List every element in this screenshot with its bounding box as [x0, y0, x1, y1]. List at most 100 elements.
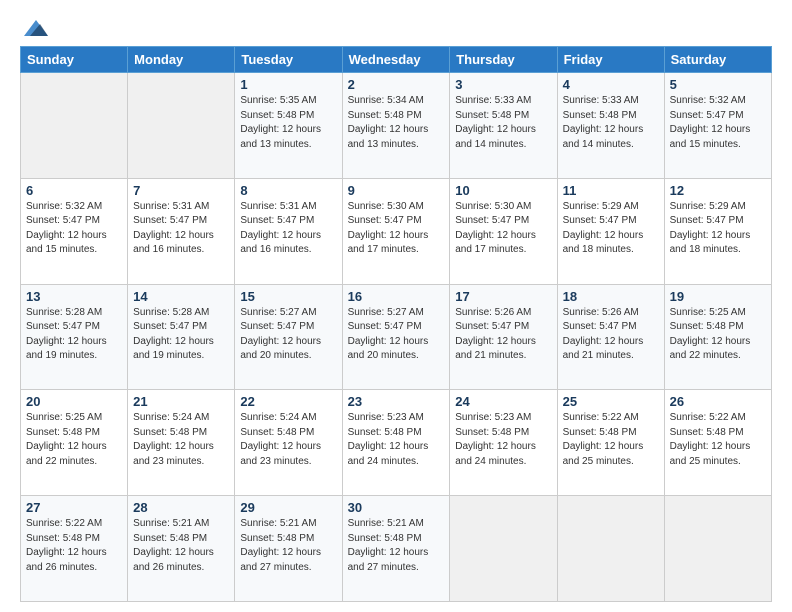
- day-number: 2: [348, 77, 445, 92]
- day-cell: 3 Sunrise: 5:33 AM Sunset: 5:48 PM Daylig…: [450, 73, 557, 179]
- day-cell: 28 Sunrise: 5:21 AM Sunset: 5:48 PM Dayli…: [128, 496, 235, 602]
- day-info: Sunrise: 5:29 AM Sunset: 5:47 PM Dayligh…: [670, 200, 766, 258]
- day-number: 18: [563, 289, 659, 304]
- day-cell: 29 Sunrise: 5:21 AM Sunset: 5:48 PM Dayli…: [235, 496, 342, 602]
- day-cell: 1 Sunrise: 5:35 AM Sunset: 5:48 PM Daylig…: [235, 73, 342, 179]
- day-number: 11: [563, 183, 659, 198]
- week-row-5: 27 Sunrise: 5:22 AM Sunset: 5:48 PM Dayli…: [21, 496, 772, 602]
- day-cell: [21, 73, 128, 179]
- day-cell: 18 Sunrise: 5:26 AM Sunset: 5:47 PM Dayli…: [557, 284, 664, 390]
- day-cell: 13Sunrise: 5:28 AM Sunset: 5:47 PM Dayli…: [21, 284, 128, 390]
- day-info: Sunrise: 5:23 AM Sunset: 5:48 PM Dayligh…: [455, 411, 551, 469]
- day-header-monday: Monday: [128, 47, 235, 73]
- day-cell: 9 Sunrise: 5:30 AM Sunset: 5:47 PM Daylig…: [342, 178, 450, 284]
- day-number: 21: [133, 394, 229, 409]
- day-cell: 16 Sunrise: 5:27 AM Sunset: 5:47 PM Dayli…: [342, 284, 450, 390]
- day-info: Sunrise: 5:29 AM Sunset: 5:47 PM Dayligh…: [563, 200, 659, 258]
- day-number: 26: [670, 394, 766, 409]
- day-info: Sunrise: 5:34 AM Sunset: 5:48 PM Dayligh…: [348, 94, 445, 152]
- day-info: Sunrise: 5:35 AM Sunset: 5:48 PM Dayligh…: [240, 94, 336, 152]
- day-cell: 4 Sunrise: 5:33 AM Sunset: 5:48 PM Daylig…: [557, 73, 664, 179]
- day-number: 17: [455, 289, 551, 304]
- day-info: Sunrise: 5:27 AM Sunset: 5:47 PM Dayligh…: [348, 306, 445, 364]
- day-number: 3: [455, 77, 551, 92]
- day-number: 14: [133, 289, 229, 304]
- day-header-saturday: Saturday: [664, 47, 771, 73]
- day-info: Sunrise: 5:22 AM Sunset: 5:48 PM Dayligh…: [670, 411, 766, 469]
- week-row-1: 1 Sunrise: 5:35 AM Sunset: 5:48 PM Daylig…: [21, 73, 772, 179]
- day-info: Sunrise: 5:24 AM Sunset: 5:48 PM Dayligh…: [133, 411, 229, 469]
- calendar: SundayMondayTuesdayWednesdayThursdayFrid…: [20, 46, 772, 602]
- day-info: Sunrise: 5:33 AM Sunset: 5:48 PM Dayligh…: [455, 94, 551, 152]
- day-cell: [128, 73, 235, 179]
- day-header-wednesday: Wednesday: [342, 47, 450, 73]
- day-info: Sunrise: 5:22 AM Sunset: 5:48 PM Dayligh…: [26, 517, 122, 575]
- day-info: Sunrise: 5:21 AM Sunset: 5:48 PM Dayligh…: [348, 517, 445, 575]
- day-cell: 19Sunrise: 5:25 AM Sunset: 5:48 PM Dayli…: [664, 284, 771, 390]
- day-number: 29: [240, 500, 336, 515]
- day-header-thursday: Thursday: [450, 47, 557, 73]
- day-info: Sunrise: 5:32 AM Sunset: 5:47 PM Dayligh…: [26, 200, 122, 258]
- day-info: Sunrise: 5:31 AM Sunset: 5:47 PM Dayligh…: [240, 200, 336, 258]
- day-cell: 6Sunrise: 5:32 AM Sunset: 5:47 PM Daylig…: [21, 178, 128, 284]
- day-info: Sunrise: 5:24 AM Sunset: 5:48 PM Dayligh…: [240, 411, 336, 469]
- day-info: Sunrise: 5:28 AM Sunset: 5:47 PM Dayligh…: [133, 306, 229, 364]
- day-number: 25: [563, 394, 659, 409]
- day-info: Sunrise: 5:21 AM Sunset: 5:48 PM Dayligh…: [133, 517, 229, 575]
- day-number: 27: [26, 500, 122, 515]
- day-cell: 30Sunrise: 5:21 AM Sunset: 5:48 PM Dayli…: [342, 496, 450, 602]
- day-cell: 11 Sunrise: 5:29 AM Sunset: 5:47 PM Dayli…: [557, 178, 664, 284]
- day-cell: 20 Sunrise: 5:25 AM Sunset: 5:48 PM Dayli…: [21, 390, 128, 496]
- day-cell: 5 Sunrise: 5:32 AM Sunset: 5:47 PM Daylig…: [664, 73, 771, 179]
- day-cell: 22 Sunrise: 5:24 AM Sunset: 5:48 PM Dayli…: [235, 390, 342, 496]
- day-cell: 25Sunrise: 5:22 AM Sunset: 5:48 PM Dayli…: [557, 390, 664, 496]
- day-cell: [664, 496, 771, 602]
- day-number: 4: [563, 77, 659, 92]
- logo-icon: [22, 18, 50, 40]
- day-cell: 2 Sunrise: 5:34 AM Sunset: 5:48 PM Daylig…: [342, 73, 450, 179]
- day-info: Sunrise: 5:26 AM Sunset: 5:47 PM Dayligh…: [563, 306, 659, 364]
- day-number: 13: [26, 289, 122, 304]
- day-cell: 10 Sunrise: 5:30 AM Sunset: 5:47 PM Dayli…: [450, 178, 557, 284]
- day-number: 24: [455, 394, 551, 409]
- day-cell: 21 Sunrise: 5:24 AM Sunset: 5:48 PM Dayli…: [128, 390, 235, 496]
- week-row-4: 20 Sunrise: 5:25 AM Sunset: 5:48 PM Dayli…: [21, 390, 772, 496]
- calendar-body: 1 Sunrise: 5:35 AM Sunset: 5:48 PM Daylig…: [21, 73, 772, 602]
- day-number: 23: [348, 394, 445, 409]
- logo: [20, 18, 50, 36]
- day-info: Sunrise: 5:27 AM Sunset: 5:47 PM Dayligh…: [240, 306, 336, 364]
- day-cell: 7Sunrise: 5:31 AM Sunset: 5:47 PM Daylig…: [128, 178, 235, 284]
- logo-text: [20, 18, 50, 40]
- day-cell: 26 Sunrise: 5:22 AM Sunset: 5:48 PM Dayli…: [664, 390, 771, 496]
- day-number: 7: [133, 183, 229, 198]
- day-info: Sunrise: 5:21 AM Sunset: 5:48 PM Dayligh…: [240, 517, 336, 575]
- day-number: 10: [455, 183, 551, 198]
- day-info: Sunrise: 5:30 AM Sunset: 5:47 PM Dayligh…: [455, 200, 551, 258]
- week-row-3: 13 Sunrise: 5:28 AM Sunset: 5:47 PM Dayli…: [21, 284, 772, 390]
- day-info: Sunrise: 5:25 AM Sunset: 5:48 PM Dayligh…: [670, 306, 766, 364]
- day-number: 15: [240, 289, 336, 304]
- day-cell: [557, 496, 664, 602]
- day-number: 9: [348, 183, 445, 198]
- day-info: Sunrise: 5:26 AM Sunset: 5:47 PM Dayligh…: [455, 306, 551, 364]
- day-info: Sunrise: 5:23 AM Sunset: 5:48 PM Dayligh…: [348, 411, 445, 469]
- day-number: 16: [348, 289, 445, 304]
- day-number: 1: [240, 77, 336, 92]
- page: SundayMondayTuesdayWednesdayThursdayFrid…: [0, 0, 792, 612]
- day-number: 28: [133, 500, 229, 515]
- day-number: 5: [670, 77, 766, 92]
- day-number: 20: [26, 394, 122, 409]
- day-number: 22: [240, 394, 336, 409]
- calendar-header: SundayMondayTuesdayWednesdayThursdayFrid…: [21, 47, 772, 73]
- day-info: Sunrise: 5:25 AM Sunset: 5:48 PM Dayligh…: [26, 411, 122, 469]
- day-number: 12: [670, 183, 766, 198]
- day-header-tuesday: Tuesday: [235, 47, 342, 73]
- day-cell: [450, 496, 557, 602]
- day-info: Sunrise: 5:30 AM Sunset: 5:47 PM Dayligh…: [348, 200, 445, 258]
- day-cell: 15 Sunrise: 5:27 AM Sunset: 5:47 PM Dayli…: [235, 284, 342, 390]
- week-row-2: 6Sunrise: 5:32 AM Sunset: 5:47 PM Daylig…: [21, 178, 772, 284]
- day-number: 8: [240, 183, 336, 198]
- day-info: Sunrise: 5:32 AM Sunset: 5:47 PM Dayligh…: [670, 94, 766, 152]
- day-info: Sunrise: 5:33 AM Sunset: 5:48 PM Dayligh…: [563, 94, 659, 152]
- day-cell: 23 Sunrise: 5:23 AM Sunset: 5:48 PM Dayli…: [342, 390, 450, 496]
